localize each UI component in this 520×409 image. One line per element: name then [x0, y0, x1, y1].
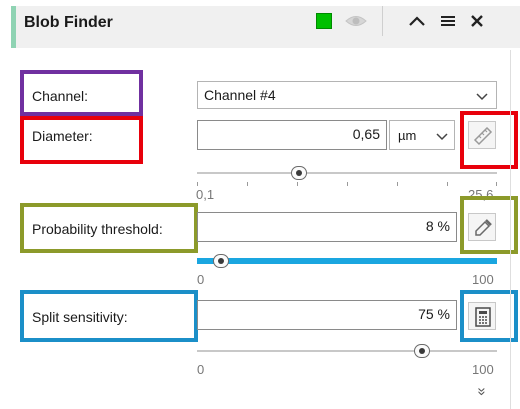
- slider-tick: [397, 182, 398, 186]
- diameter-label: Diameter:: [32, 128, 93, 144]
- calculator-icon: [475, 307, 491, 327]
- split-range-min: 0: [197, 362, 205, 377]
- probability-slider-fill: [197, 258, 497, 264]
- header-separator: [382, 6, 383, 36]
- slider-tick: [347, 182, 348, 186]
- probability-slider-thumb[interactable]: [213, 254, 229, 268]
- eyedropper-icon: [475, 219, 492, 236]
- probability-threshold-input[interactable]: 8 %: [197, 212, 457, 242]
- diameter-range-min: 0,1: [196, 187, 215, 202]
- probability-threshold-value: 8 %: [425, 218, 450, 234]
- probability-threshold-label: Probability threshold:: [32, 221, 163, 237]
- channel-value: Channel #4: [204, 87, 276, 103]
- eyedropper-button[interactable]: [468, 213, 496, 241]
- ruler-measure-button[interactable]: [468, 121, 496, 149]
- collapse-up-icon[interactable]: [406, 10, 428, 32]
- diameter-input[interactable]: 0,65: [197, 120, 387, 150]
- blob-finder-panel: Blob Finder Channel: Channel #4 Diameter…: [0, 0, 520, 409]
- chevron-down-icon: [476, 93, 488, 101]
- split-slider-track[interactable]: [197, 350, 497, 352]
- scrollbar[interactable]: [510, 50, 511, 409]
- slider-tick: [247, 182, 248, 186]
- diameter-slider-thumb[interactable]: [291, 166, 307, 180]
- channel-label: Channel:: [32, 88, 89, 104]
- diameter-unit-dropdown[interactable]: µm: [389, 120, 455, 150]
- color-swatch[interactable]: [316, 13, 332, 29]
- probability-slider-track[interactable]: [197, 258, 497, 264]
- close-icon[interactable]: [466, 10, 488, 32]
- channel-dropdown[interactable]: Channel #4: [197, 81, 497, 109]
- visibility-eye-icon[interactable]: [345, 12, 367, 30]
- menu-icon[interactable]: [437, 10, 459, 32]
- split-sensitivity-value: 75 %: [418, 306, 450, 322]
- split-range-max: 100: [472, 362, 494, 377]
- panel-title: Blob Finder: [24, 14, 113, 31]
- ruler-measure-icon: [473, 126, 493, 146]
- calculator-button[interactable]: [468, 302, 496, 330]
- slider-tick: [447, 182, 448, 186]
- expand-more-chevrons-icon[interactable]: »: [474, 387, 491, 395]
- probability-range-max: 100: [472, 272, 494, 287]
- slider-tick: [297, 182, 298, 186]
- split-slider-thumb[interactable]: [414, 344, 430, 358]
- split-sensitivity-input[interactable]: 75 %: [197, 300, 457, 330]
- diameter-unit: µm: [398, 128, 417, 143]
- slider-tick: [197, 182, 198, 186]
- chevron-down-icon: [436, 133, 448, 141]
- split-sensitivity-label: Split sensitivity:: [32, 309, 128, 325]
- probability-range-min: 0: [197, 272, 205, 287]
- diameter-slider-track[interactable]: [197, 172, 497, 174]
- slider-tick: [496, 182, 497, 186]
- diameter-value: 0,65: [352, 126, 380, 142]
